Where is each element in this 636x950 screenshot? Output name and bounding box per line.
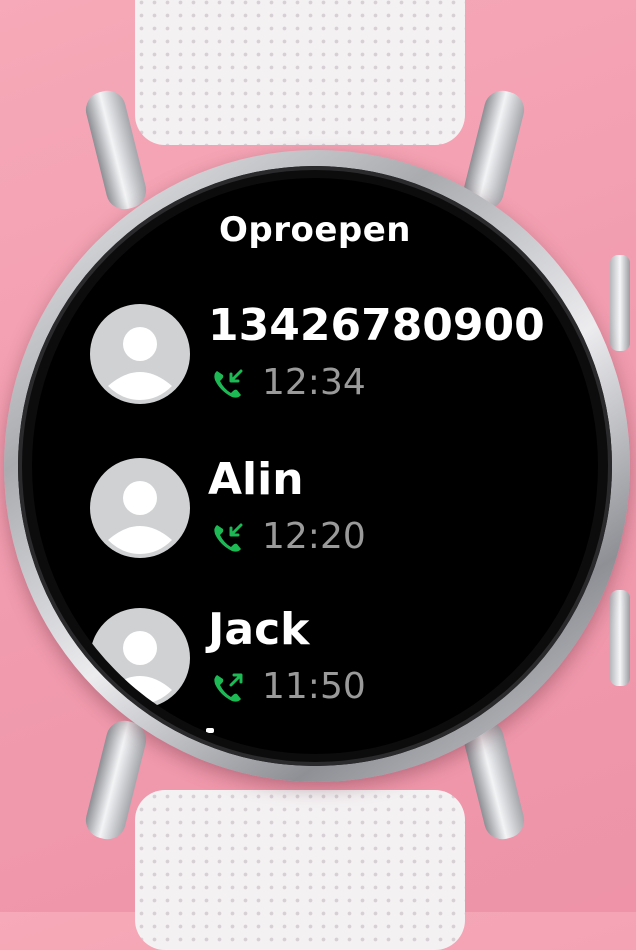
outgoing-call-icon — [214, 673, 243, 702]
call-time: 11:50 — [262, 666, 366, 707]
call-list-item[interactable]: Alin 12:20 — [90, 454, 570, 568]
product-scene: Oproepen 13426780900 12:34 Alin 12:20 Ja… — [0, 0, 636, 950]
scroll-indicator — [206, 728, 214, 733]
contact-name: Jack — [208, 604, 310, 655]
contact-name: 13426780900 — [208, 300, 545, 351]
incoming-call-icon — [214, 369, 243, 398]
call-time: 12:20 — [262, 516, 366, 557]
contact-avatar-icon — [90, 304, 190, 404]
watch-screen: Oproepen 13426780900 12:34 Alin 12:20 Ja… — [32, 178, 598, 754]
crown-button-top[interactable] — [610, 255, 630, 351]
call-time: 12:34 — [262, 362, 366, 403]
crown-button-bottom[interactable] — [610, 590, 630, 686]
watch-strap-bottom — [135, 790, 465, 950]
contact-avatar-icon — [90, 458, 190, 558]
contact-name: Alin — [208, 454, 304, 505]
contact-avatar-icon — [90, 608, 190, 708]
call-list-item[interactable]: Jack 11:50 — [90, 604, 570, 718]
call-list-item[interactable]: 13426780900 12:34 — [90, 300, 570, 414]
page-title: Oproepen — [218, 210, 412, 250]
watch-strap-top — [135, 0, 465, 145]
incoming-call-icon — [214, 523, 243, 552]
